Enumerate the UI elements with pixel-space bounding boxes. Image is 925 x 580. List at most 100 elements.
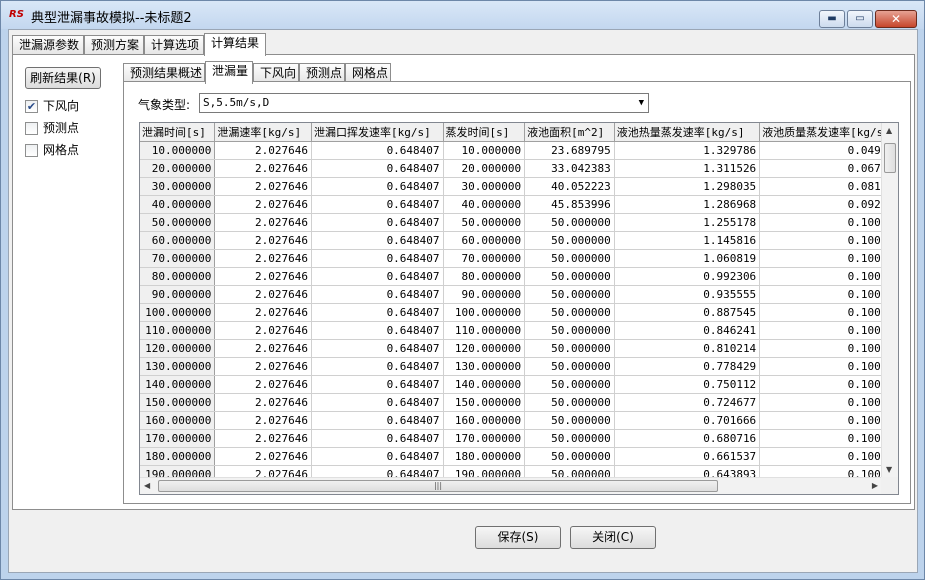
table-cell[interactable]: 50.000000 <box>524 213 615 232</box>
table-cell[interactable]: 0.648407 <box>311 177 444 196</box>
table-cell[interactable]: 2.027646 <box>214 321 313 340</box>
table-row[interactable]: 60.000000 2.027646 0.648407 60.000000 50.000… <box>140 231 898 250</box>
checkbox-predict-point[interactable]: 预测点 <box>25 120 79 136</box>
table-row[interactable]: 140.000000 2.027646 0.648407 140.000000 50.0… <box>140 375 898 394</box>
table-cell[interactable]: 0.935555 <box>614 285 761 304</box>
table-cell[interactable]: 0.846241 <box>614 321 761 340</box>
tab-predict-point[interactable]: 预测点 <box>299 63 345 83</box>
tab-summary[interactable]: 预测结果概述 <box>123 63 205 83</box>
vertical-scrollbar[interactable]: ▲ ▼ <box>881 123 898 477</box>
tab-calc-options[interactable]: 计算选项 <box>144 35 204 55</box>
row-header-cell[interactable]: 90.000000 <box>140 285 216 304</box>
close-button[interactable]: 关闭(C) <box>570 526 656 549</box>
table-row[interactable]: 130.000000 2.027646 0.648407 130.000000 50.0… <box>140 357 898 376</box>
row-header-cell[interactable]: 130.000000 <box>140 357 216 376</box>
table-cell[interactable]: 50.000000 <box>524 357 615 376</box>
table-cell[interactable]: 50.000000 <box>524 267 615 286</box>
row-header-cell[interactable]: 50.000000 <box>140 213 216 232</box>
tab-leak-source[interactable]: 泄漏源参数 <box>12 35 84 55</box>
table-cell[interactable]: 0.750112 <box>614 375 761 394</box>
table-cell[interactable]: 40.000000 <box>443 195 526 214</box>
title-bar[interactable]: RS 典型泄漏事故模拟--未标题2 ▬ ▭ ✕ <box>1 1 924 29</box>
table-cell[interactable]: 0.648407 <box>311 339 444 358</box>
table-cell[interactable]: 0.648407 <box>311 231 444 250</box>
table-cell[interactable]: 2.027646 <box>214 213 313 232</box>
table-cell[interactable]: 0.10013 <box>759 249 898 268</box>
column-header[interactable]: 液池热量蒸发速率[kg/s] <box>614 123 761 142</box>
table-cell[interactable]: 50.000000 <box>524 375 615 394</box>
table-cell[interactable]: 2.027646 <box>214 231 313 250</box>
row-header-cell[interactable]: 80.000000 <box>140 267 216 286</box>
table-cell[interactable]: 1.255178 <box>614 213 761 232</box>
column-header[interactable]: 蒸发时间[s] <box>443 123 526 142</box>
table-cell[interactable]: 0.648407 <box>311 447 444 466</box>
row-header-cell[interactable]: 170.000000 <box>140 429 216 448</box>
table-cell[interactable]: 0.10013 <box>759 447 898 466</box>
table-cell[interactable]: 0.10013 <box>759 411 898 430</box>
row-header-cell[interactable]: 30.000000 <box>140 177 216 196</box>
table-cell[interactable]: 1.060819 <box>614 249 761 268</box>
row-header-cell[interactable]: 160.000000 <box>140 411 216 430</box>
table-row[interactable]: 110.000000 2.027646 0.648407 110.000000 50.0… <box>140 321 898 340</box>
table-cell[interactable]: 50.000000 <box>524 411 615 430</box>
table-cell[interactable]: 1.145816 <box>614 231 761 250</box>
row-header-cell[interactable]: 180.000000 <box>140 447 216 466</box>
scroll-left-icon[interactable]: ◀ <box>144 481 150 490</box>
table-cell[interactable]: 50.000000 <box>524 285 615 304</box>
table-cell[interactable]: 10.000000 <box>443 141 526 160</box>
table-cell[interactable]: 0.10013 <box>759 357 898 376</box>
table-cell[interactable]: 140.000000 <box>443 375 526 394</box>
table-cell[interactable]: 50.000000 <box>524 321 615 340</box>
table-cell[interactable]: 0.648407 <box>311 321 444 340</box>
table-cell[interactable]: 160.000000 <box>443 411 526 430</box>
table-cell[interactable]: 150.000000 <box>443 393 526 412</box>
meteo-type-select[interactable]: S,5.5m/s,D ▼ <box>199 93 649 113</box>
table-cell[interactable]: 0.10013 <box>759 267 898 286</box>
table-cell[interactable]: 0.887545 <box>614 303 761 322</box>
table-cell[interactable]: 130.000000 <box>443 357 526 376</box>
table-cell[interactable]: 0.680716 <box>614 429 761 448</box>
table-cell[interactable]: 30.000000 <box>443 177 526 196</box>
table-cell[interactable]: 70.000000 <box>443 249 526 268</box>
table-cell[interactable]: 170.000000 <box>443 429 526 448</box>
table-cell[interactable]: 0.648407 <box>311 411 444 430</box>
table-cell[interactable]: 50.000000 <box>524 303 615 322</box>
table-cell[interactable]: 1.286968 <box>614 195 761 214</box>
table-cell[interactable]: 50.000000 <box>524 249 615 268</box>
table-cell[interactable]: 0.724677 <box>614 393 761 412</box>
column-header[interactable]: 泄漏速率[kg/s] <box>214 123 313 142</box>
table-cell[interactable]: 0.648407 <box>311 195 444 214</box>
table-cell[interactable]: 50.000000 <box>524 339 615 358</box>
table-cell[interactable]: 2.027646 <box>214 357 313 376</box>
table-row[interactable]: 150.000000 2.027646 0.648407 150.000000 50.0… <box>140 393 898 412</box>
table-cell[interactable]: 0.10013 <box>759 429 898 448</box>
table-cell[interactable]: 2.027646 <box>214 375 313 394</box>
table-cell[interactable]: 23.689795 <box>524 141 615 160</box>
table-cell[interactable]: 0.04945 <box>759 141 898 160</box>
save-button[interactable]: 保存(S) <box>475 526 561 549</box>
table-row[interactable]: 40.000000 2.027646 0.648407 40.000000 45.853… <box>140 195 898 214</box>
table-row[interactable]: 20.000000 2.027646 0.648407 20.000000 33.042… <box>140 159 898 178</box>
table-cell[interactable]: 50.000000 <box>524 231 615 250</box>
table-cell[interactable]: 0.09227 <box>759 195 898 214</box>
table-cell[interactable]: 2.027646 <box>214 285 313 304</box>
table-row[interactable]: 10.000000 2.027646 0.648407 10.000000 23.689… <box>140 141 898 160</box>
table-cell[interactable]: 1.329786 <box>614 141 761 160</box>
table-cell[interactable]: 0.648407 <box>311 303 444 322</box>
table-row[interactable]: 70.000000 2.027646 0.648407 70.000000 50.000… <box>140 249 898 268</box>
row-header-cell[interactable]: 20.000000 <box>140 159 216 178</box>
checkbox-grid-point[interactable]: 网格点 <box>25 142 79 158</box>
table-cell[interactable]: 110.000000 <box>443 321 526 340</box>
table-cell[interactable]: 0.10013 <box>759 213 898 232</box>
table-cell[interactable]: 0.10013 <box>759 321 898 340</box>
table-cell[interactable]: 0.648407 <box>311 375 444 394</box>
table-cell[interactable]: 2.027646 <box>214 267 313 286</box>
table-cell[interactable]: 33.042383 <box>524 159 615 178</box>
maximize-button[interactable]: ▭ <box>847 10 873 28</box>
table-row[interactable]: 100.000000 2.027646 0.648407 100.000000 50.0… <box>140 303 898 322</box>
table-cell[interactable]: 50.000000 <box>524 393 615 412</box>
row-header-cell[interactable]: 140.000000 <box>140 375 216 394</box>
table-cell[interactable]: 0.648407 <box>311 357 444 376</box>
table-cell[interactable]: 0.648407 <box>311 213 444 232</box>
row-header-cell[interactable]: 10.000000 <box>140 141 216 160</box>
